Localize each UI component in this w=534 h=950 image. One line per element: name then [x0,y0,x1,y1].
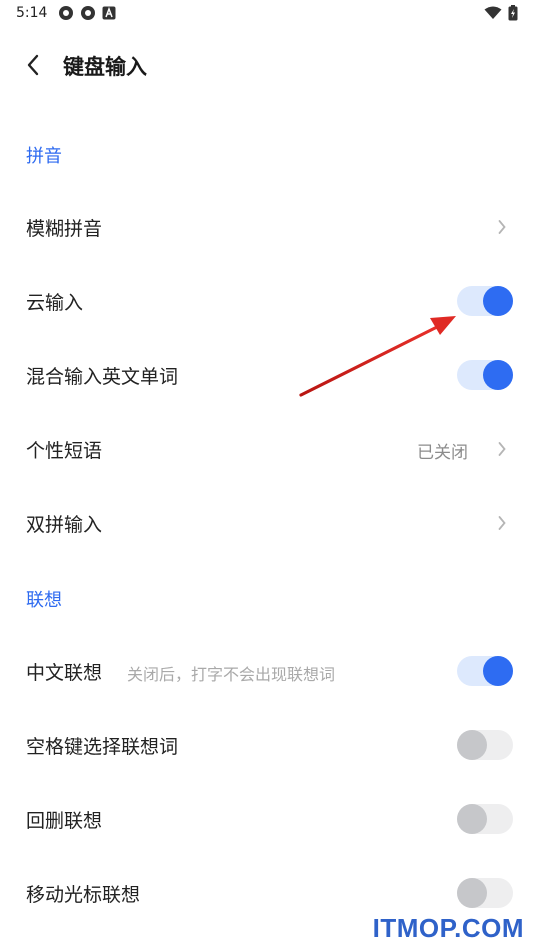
toggle-knob [457,730,487,760]
toggle-knob [483,360,513,390]
chevron-right-icon [496,217,508,237]
status-notification-icons [58,5,116,21]
row-fuzzy-pinyin[interactable]: 模糊拼音 [0,190,534,264]
status-time: 5:14 [16,5,48,21]
row-custom-phrases[interactable]: 个性短语 已关闭 [0,412,534,486]
notification-app-icon-2 [81,6,95,20]
status-bar: 5:14 [0,0,534,28]
row-space-select-association: 空格键选择联想词 [0,708,534,782]
toggle-knob [483,656,513,686]
row-label: 模糊拼音 [26,218,103,240]
page-title: 键盘输入 [63,55,147,79]
row-label: 回删联想 [26,810,103,832]
status-system-icons [484,5,518,21]
chinese-association-toggle[interactable] [457,656,513,686]
row-cloud-input: 云输入 [0,264,534,338]
row-label: 云输入 [26,292,84,314]
cloud-input-toggle[interactable] [457,286,513,316]
mixed-english-toggle[interactable] [457,360,513,390]
notification-a-icon [102,6,116,20]
toggle-knob [457,878,487,908]
cursor-move-toggle[interactable] [457,878,513,908]
chevron-right-icon [496,513,508,533]
row-mixed-english-words: 混合输入英文单词 [0,338,534,412]
watermark-logo: ITMOP.COM [372,913,524,943]
app-bar: 键盘输入 [0,40,534,90]
wifi-icon [484,6,502,19]
row-hint: 关闭后，打字不会出现联想词 [127,665,336,684]
toggle-knob [457,804,487,834]
row-backspace-association: 回删联想 [0,782,534,856]
backspace-association-toggle[interactable] [457,804,513,834]
section-header-pinyin: 拼音 [26,146,62,167]
section-header-association: 联想 [26,590,62,611]
notification-app-icon [59,6,73,20]
row-status-value: 已关闭 [417,443,468,463]
row-label: 移动光标联想 [26,884,141,906]
toggle-knob [483,286,513,316]
chevron-right-icon [496,439,508,459]
back-button[interactable] [16,48,50,82]
space-select-toggle[interactable] [457,730,513,760]
battery-icon [508,5,518,21]
row-chinese-association: 中文联想 关闭后，打字不会出现联想词 [0,634,534,708]
row-label: 个性短语 [26,440,103,462]
back-arrow-icon [27,54,39,76]
row-double-pinyin[interactable]: 双拼输入 [0,486,534,560]
row-label: 空格键选择联想词 [26,736,179,758]
row-label: 双拼输入 [26,514,103,536]
row-label: 混合输入英文单词 [26,366,179,388]
row-label: 中文联想 [26,662,103,684]
